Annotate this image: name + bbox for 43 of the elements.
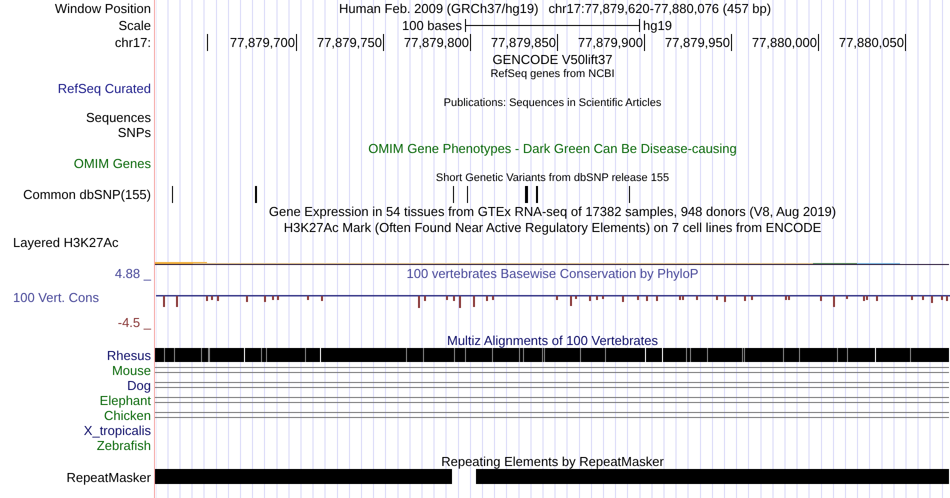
track-title: H3K27Ac Mark (Often Found Near Active Regulatory Elements) on 7 cell lines from ENCODE (284, 220, 822, 234)
ruler-label: 77,879,950 (664, 34, 732, 51)
track-label: chr17: (114, 35, 151, 50)
track-caption: Short Genetic Variants from dbSNP release 155 (436, 172, 670, 184)
track-title: OMIM Gene Phenotypes - Dark Green Can Be Disease-causing (368, 140, 737, 156)
track-title: 100 vertebrates Basewise Conservation by PhyloP (406, 266, 698, 281)
species-label: X_tropicalis (84, 423, 151, 438)
track-caption: Publications: Sequences in Scientific Articles (444, 97, 662, 109)
scale-text: 100 bases (402, 18, 462, 33)
ruler-label: 77,879,700 (230, 34, 297, 51)
axis-min-label: -4.5 _ (118, 315, 151, 330)
ruler-label: 77,879,900 (578, 34, 645, 51)
track-label: Scale (118, 18, 151, 33)
species-label: Rhesus (106, 348, 151, 363)
ruler-label: 77,879,750 (316, 34, 384, 51)
database-name: hg19 (643, 18, 672, 33)
track-title: Repeating Elements by RepeatMasker (441, 454, 664, 468)
species-label: Zebrafish (96, 438, 151, 453)
ruler-label: 77,879,800 (404, 34, 471, 51)
species-label: Chicken (104, 408, 151, 423)
tick-mark (207, 34, 208, 51)
track-label: Sequences (86, 110, 151, 125)
track-label: 100 Vert. Cons (13, 290, 99, 305)
track-caption: RefSeq genes from NCBI (490, 68, 615, 80)
ruler-label: 77,880,000 (752, 34, 819, 51)
species-label: Dog (127, 378, 151, 393)
track-label: Layered H3K27Ac (13, 235, 119, 250)
track-title: Multiz Alignments of 100 Vertebrates (446, 332, 658, 348)
track-label: SNPs (118, 125, 151, 140)
track-title: Gene Expression in 54 tissues from GTEx RNA-seq of 17382 samples, 948 donors (V8, Aug 2019) (268, 204, 836, 218)
species-label: Mouse (112, 363, 151, 378)
track-label: OMIM Genes (74, 156, 151, 171)
ruler-label: 77,880,050 (838, 34, 906, 51)
track-label: RepeatMasker (66, 470, 151, 484)
track-label: RefSeq Curated (58, 81, 151, 96)
ruler-label: 77,879,850 (490, 34, 558, 51)
axis-max-label: 4.88 _ (114, 266, 151, 281)
species-label: Elephant (100, 393, 151, 408)
track-label: Window Position (54, 1, 151, 16)
track-label: Common dbSNP(155) (23, 186, 151, 202)
assembly-name: Human Feb. 2009 (GRCh37/hg19) (339, 1, 538, 16)
position-text: chr17:77,879,620-77,880,076 (457 bp) (548, 1, 772, 16)
track-title: GENCODE V50lift37 (492, 52, 612, 66)
